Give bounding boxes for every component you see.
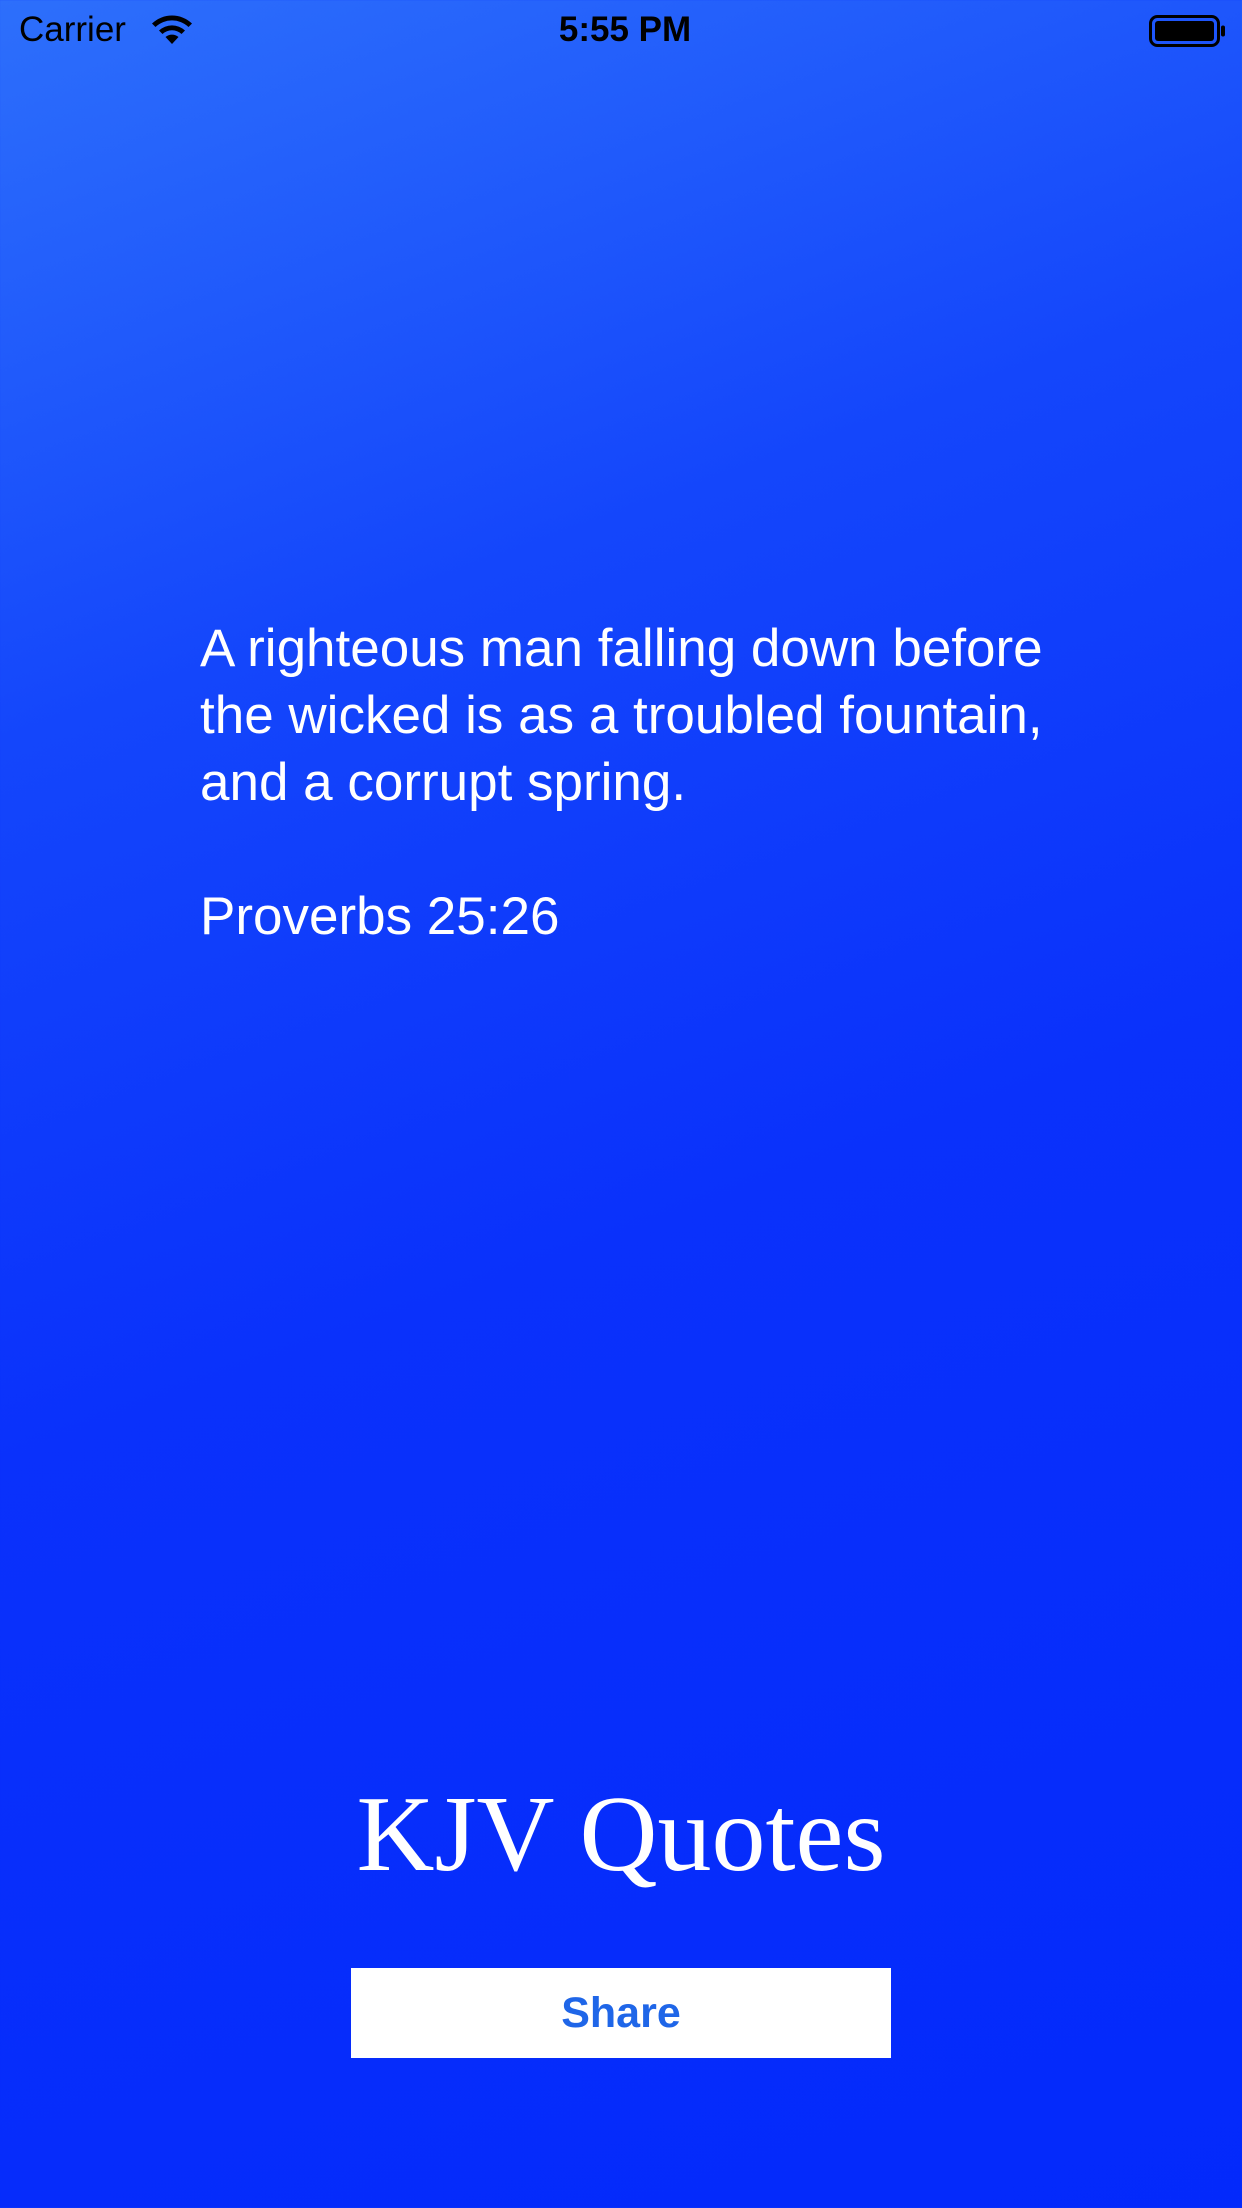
- app-title: KJV Quotes: [356, 1775, 886, 1894]
- battery-icon: [1149, 15, 1225, 47]
- status-bar: Carrier 5:55 PM: [0, 0, 1242, 62]
- quote-block: A righteous man falling down before the …: [200, 615, 1080, 950]
- quote-text: A righteous man falling down before the …: [200, 619, 1043, 812]
- share-button[interactable]: Share: [351, 1968, 891, 2058]
- status-time: 5:55 PM: [558, 10, 692, 49]
- quote-reference: Proverbs 25:26: [200, 887, 560, 946]
